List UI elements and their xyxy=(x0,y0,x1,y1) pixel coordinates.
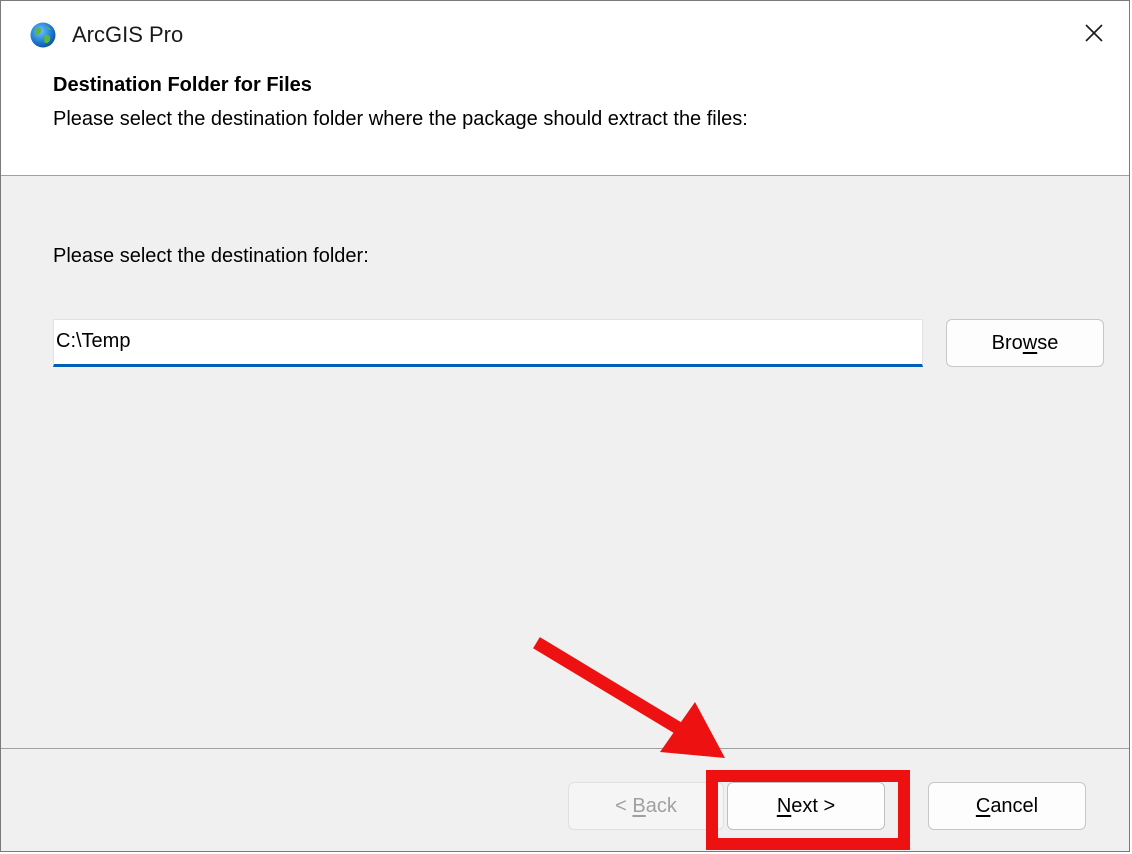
window-title: ArcGIS Pro xyxy=(72,22,184,47)
browse-label-part: se xyxy=(1037,331,1059,354)
destination-path-input[interactable] xyxy=(53,319,923,367)
title-bar[interactable]: ArcGIS Pro xyxy=(1,1,1129,67)
back-label-part: < xyxy=(615,794,627,817)
next-label-part: ext > xyxy=(791,794,836,817)
page-subtitle: Please select the destination folder whe… xyxy=(53,108,748,130)
globe-icon xyxy=(30,22,56,48)
browse-button[interactable]: Bro w se xyxy=(946,319,1104,367)
wizard-body: Please select the destination folder: Br… xyxy=(1,176,1129,748)
browse-mnemonic: w xyxy=(1022,331,1038,354)
cancel-label-part: ancel xyxy=(990,794,1039,817)
close-icon xyxy=(1085,24,1103,42)
installer-window: ArcGIS Pro Destination Folder for Files … xyxy=(0,0,1130,852)
back-label-part: ack xyxy=(645,794,677,817)
page-title: Destination Folder for Files xyxy=(53,74,312,96)
back-button[interactable]: < Back xyxy=(568,782,724,830)
next-button[interactable]: Next > xyxy=(727,782,885,830)
wizard-header: Destination Folder for Files Please sele… xyxy=(1,67,1129,176)
back-mnemonic: B xyxy=(632,794,646,817)
close-button[interactable] xyxy=(1059,1,1129,65)
cancel-mnemonic: C xyxy=(975,794,991,817)
wizard-footer: < Back Next > Cancel xyxy=(1,749,1129,851)
browse-label-part: Bro xyxy=(991,331,1023,354)
next-mnemonic: N xyxy=(776,794,792,817)
destination-folder-label: Please select the destination folder: xyxy=(53,245,369,267)
cancel-button[interactable]: Cancel xyxy=(928,782,1086,830)
